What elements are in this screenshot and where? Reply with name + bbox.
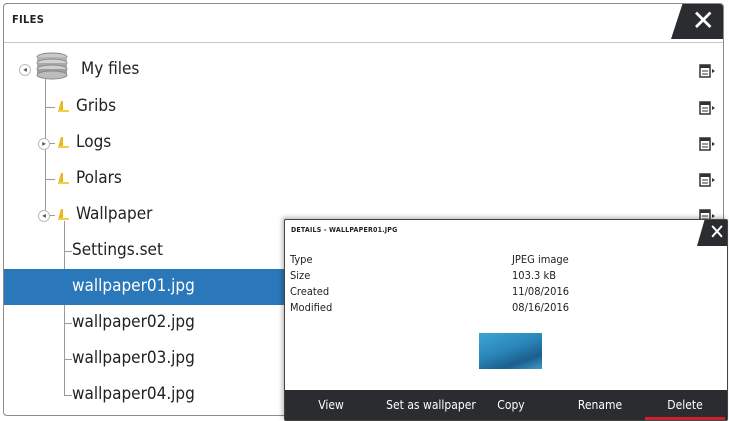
view-button[interactable]: View <box>285 390 377 420</box>
close-icon: ✕ <box>709 220 725 244</box>
details-dialog: DETAILS - WALLPAPER01.JPG ✕ Type JPEG im… <box>284 219 728 421</box>
detail-label-type: Type <box>290 253 313 266</box>
tree-item-label: wallpaper02.jpg <box>72 312 195 332</box>
tree-item-label: Gribs <box>76 96 117 116</box>
copy-button[interactable]: Copy <box>485 390 537 420</box>
tree-item-label: Wallpaper <box>76 204 153 224</box>
menu-icon[interactable] <box>699 173 715 187</box>
tree-item-label: wallpaper01.jpg <box>72 276 195 296</box>
collapse-icon[interactable]: ◂ <box>38 210 50 222</box>
details-action-bar: View Set as wallpaper Copy Rename Delete <box>285 390 727 420</box>
close-button[interactable]: ✕ <box>671 4 723 39</box>
detail-label-created: Created <box>290 285 330 298</box>
tree-item-gribs[interactable]: Gribs <box>4 89 723 125</box>
close-icon: ✕ <box>691 4 715 37</box>
detail-value-size: 103.3 kB <box>512 269 556 282</box>
delete-button[interactable]: Delete <box>645 390 725 420</box>
tree-item-label: Settings.set <box>72 240 163 260</box>
folder-icon <box>58 173 69 184</box>
menu-icon[interactable] <box>699 101 715 115</box>
folder-icon <box>58 209 69 220</box>
expand-icon[interactable]: ▸ <box>38 138 50 150</box>
detail-label-size: Size <box>290 269 311 282</box>
rename-button[interactable]: Rename <box>555 390 645 420</box>
title-bar: FILES ✕ <box>4 4 723 39</box>
tree-item-polars[interactable]: Polars <box>4 161 723 197</box>
detail-label-modified: Modified <box>290 301 333 314</box>
folder-icon <box>58 101 69 112</box>
menu-icon[interactable] <box>699 137 715 151</box>
detail-value-created: 11/08/2016 <box>512 285 570 298</box>
detail-value-type: JPEG image <box>512 253 569 266</box>
tree-item-wallpaper01[interactable]: wallpaper01.jpg <box>4 269 309 305</box>
folder-icon <box>58 137 69 148</box>
divider <box>4 42 723 43</box>
tree-item-my-files[interactable]: ◂ My files <box>4 52 723 88</box>
tree-item-label: Logs <box>76 132 112 152</box>
collapse-icon[interactable]: ◂ <box>19 64 31 76</box>
details-title: DETAILS - WALLPAPER01.JPG <box>291 226 398 234</box>
menu-icon[interactable] <box>699 64 715 78</box>
image-thumbnail <box>479 333 542 369</box>
detail-value-modified: 08/16/2016 <box>512 301 570 314</box>
tree-item-label: My files <box>81 59 140 79</box>
tree-item-logs[interactable]: ▸ Logs <box>4 125 723 161</box>
storage-icon <box>36 52 68 80</box>
window-title: FILES <box>12 13 45 26</box>
details-close-button[interactable]: ✕ <box>697 220 727 246</box>
tree-item-label: wallpaper03.jpg <box>72 348 195 368</box>
set-as-wallpaper-button[interactable]: Set as wallpaper <box>377 390 485 420</box>
tree-item-label: wallpaper04.jpg <box>72 384 195 404</box>
tree-item-label: Polars <box>76 168 122 188</box>
